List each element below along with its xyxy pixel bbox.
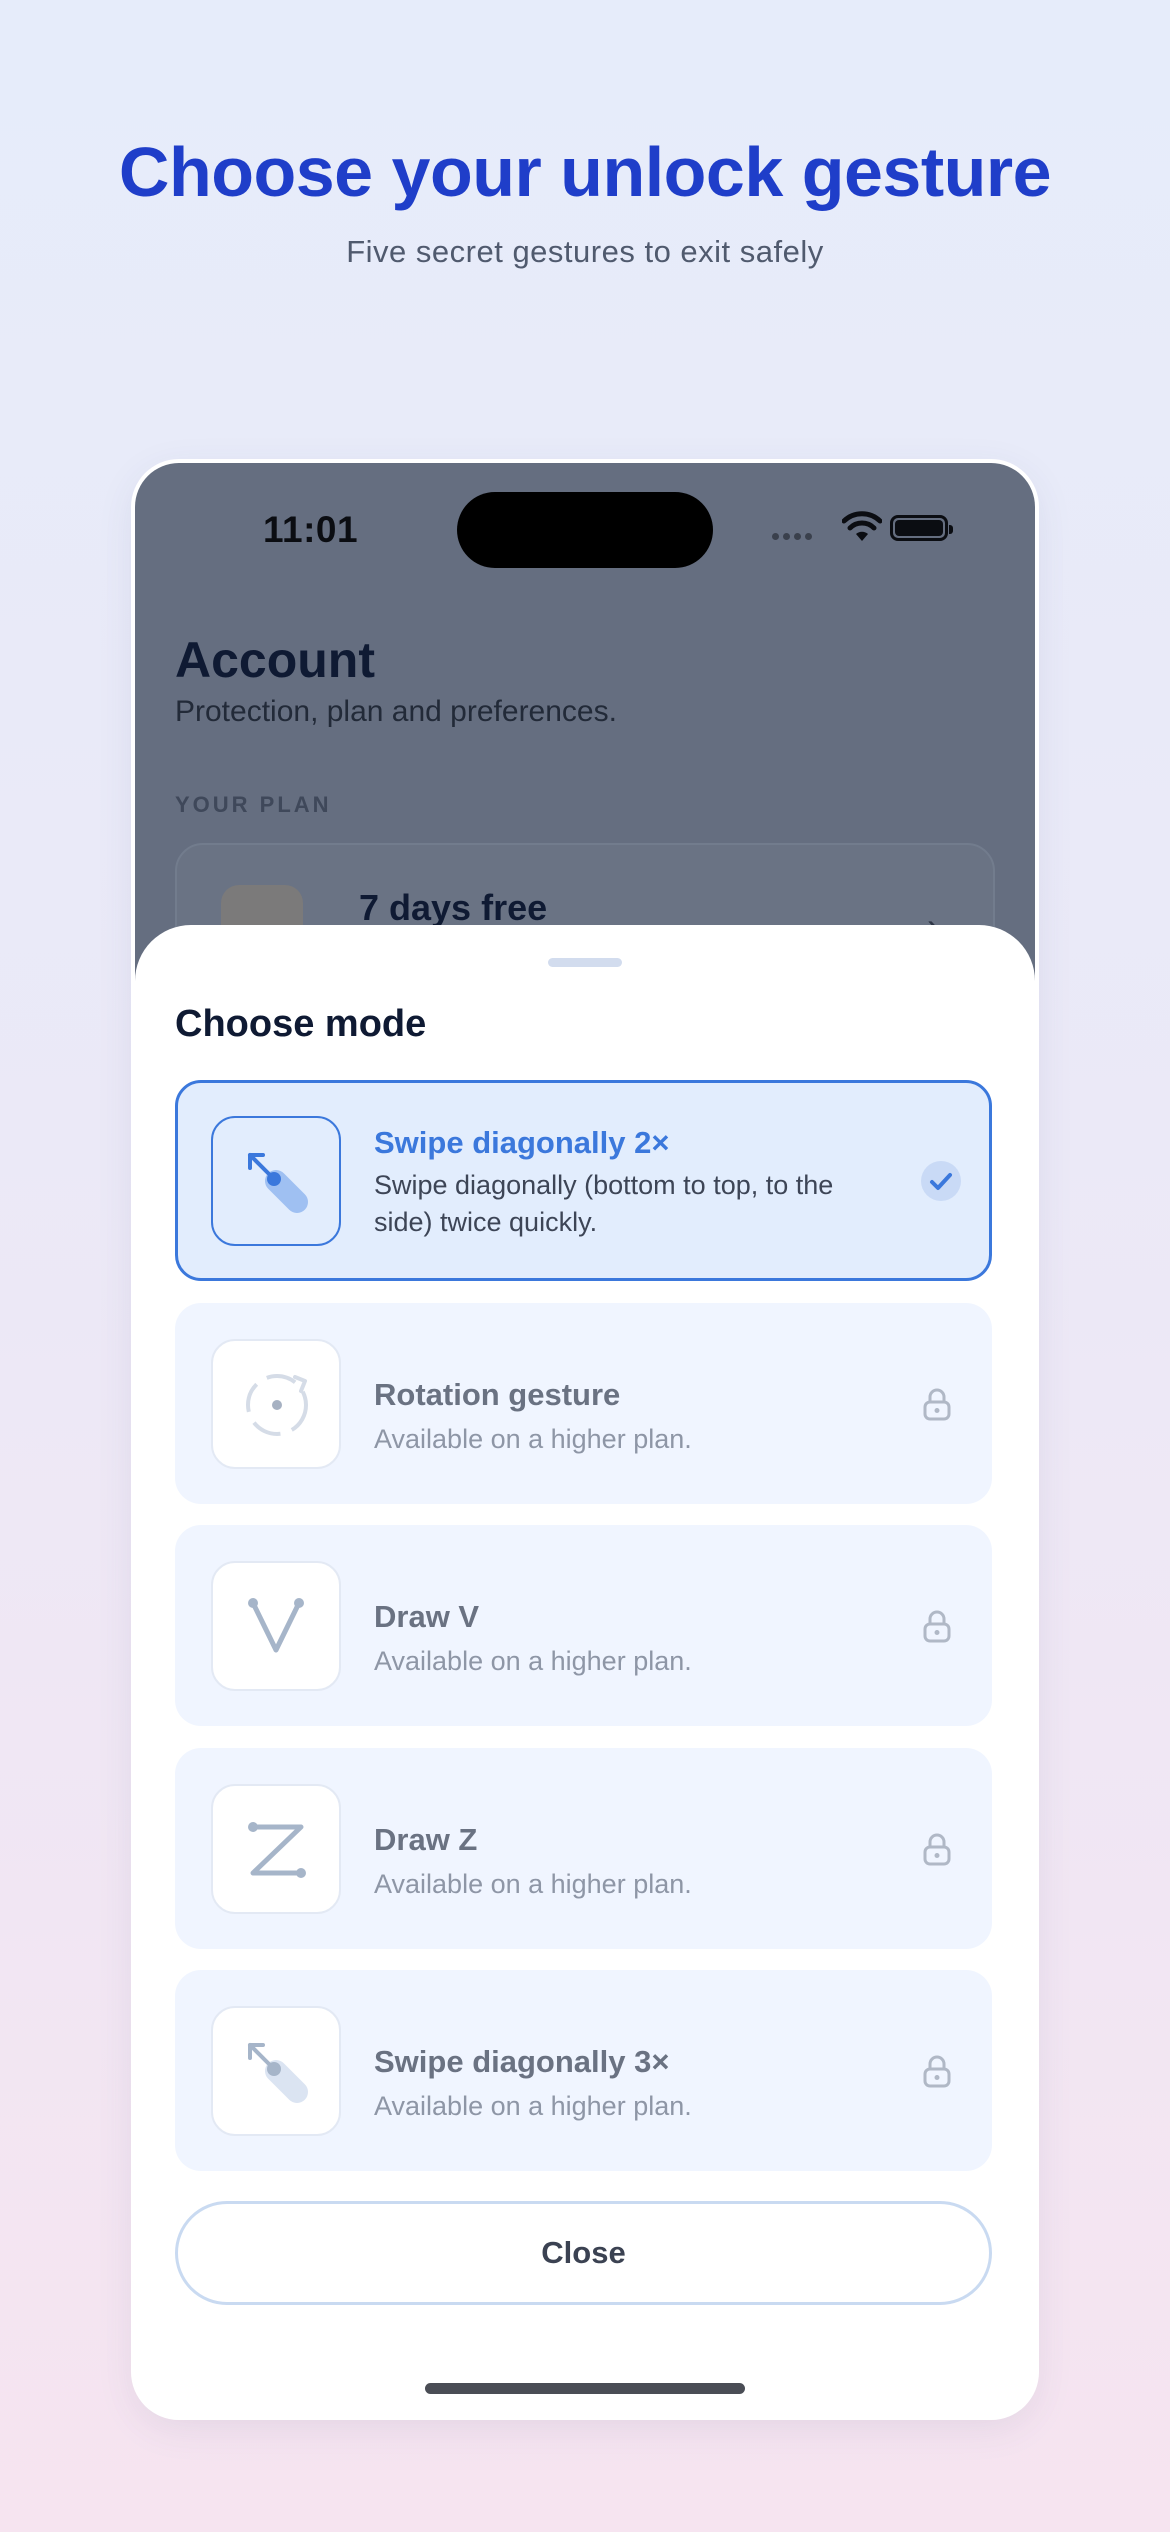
checkmark-icon [921, 1161, 961, 1201]
cellular-signal-icon [772, 527, 816, 545]
option-name: Draw V [374, 1599, 480, 1634]
lock-icon [923, 1833, 951, 1866]
plan-card-title: 7 days free [359, 887, 548, 928]
draw-v-icon [211, 1561, 341, 1691]
account-title: Account [175, 632, 375, 688]
option-name: Draw Z [374, 1822, 478, 1857]
sheet-title: Choose mode [175, 1003, 427, 1045]
status-icons [772, 509, 1012, 549]
lock-icon [923, 1610, 951, 1643]
mode-option-rotation[interactable]: Rotation gesture Available on a higher p… [175, 1303, 992, 1504]
swipe-diagonal-icon [211, 1116, 341, 1246]
status-time: 11:01 [263, 509, 359, 550]
account-subtitle: Protection, plan and preferences. [175, 695, 617, 728]
option-description: Swipe diagonally (bottom to top, to the … [374, 1170, 834, 1237]
sheet-grabber[interactable] [548, 958, 622, 967]
mode-option-swipe-diagonal-3x[interactable]: Swipe diagonally 3× Available on a highe… [175, 1970, 992, 2171]
option-description: Available on a higher plan. [374, 2091, 692, 2121]
choose-mode-sheet: Choose mode Swipe diagonally 2× Swipe di… [135, 925, 1035, 2416]
promo-subheadline: Five secret gestures to exit safely [346, 234, 824, 269]
lock-icon [923, 2055, 951, 2088]
home-indicator[interactable] [425, 2383, 745, 2394]
option-description: Available on a higher plan. [374, 1646, 692, 1676]
dynamic-island [457, 492, 713, 568]
option-name: Rotation gesture [374, 1377, 621, 1412]
close-button[interactable]: Close [175, 2201, 992, 2305]
option-description: Available on a higher plan. [374, 1869, 692, 1899]
option-name: Swipe diagonally 3× [374, 2044, 670, 2079]
mode-option-swipe-diagonal-2x[interactable]: Swipe diagonally 2× Swipe diagonally (bo… [175, 1080, 992, 1281]
mode-option-draw-z[interactable]: Draw Z Available on a higher plan. [175, 1748, 992, 1949]
phone-frame: 11:01 Account Protection, plan and prefe… [135, 463, 1035, 2416]
dimmed-account-screen: 11:01 Account Protection, plan and prefe… [135, 463, 1035, 1003]
rotation-icon [211, 1339, 341, 1469]
plan-section-label: YOUR PLAN [175, 792, 332, 817]
mode-option-draw-v[interactable]: Draw V Available on a higher plan. [175, 1525, 992, 1726]
wifi-icon [842, 511, 882, 541]
swipe-diagonal-icon [211, 2006, 341, 2136]
draw-z-icon [211, 1784, 341, 1914]
lock-icon [923, 1388, 951, 1421]
battery-icon [890, 515, 953, 541]
option-name: Swipe diagonally 2× [374, 1125, 670, 1160]
promo-headline: Choose your unlock gesture [118, 133, 1052, 211]
option-description: Available on a higher plan. [374, 1424, 692, 1454]
